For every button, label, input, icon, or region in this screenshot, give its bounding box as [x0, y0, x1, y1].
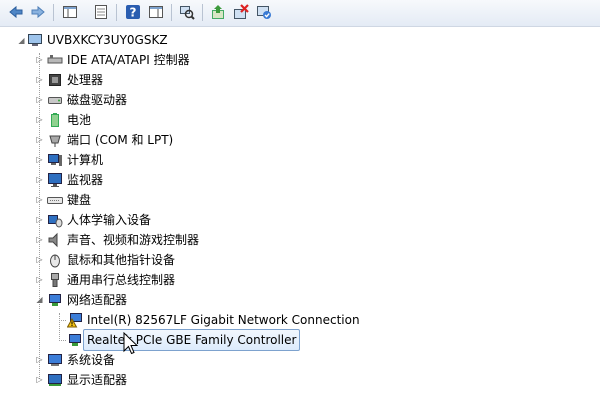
tree-item-label: IDE ATA/ATAPI 控制器 — [67, 53, 190, 67]
port-icon — [47, 132, 63, 148]
back-icon[interactable] — [6, 2, 26, 22]
toolbar: ? — [0, 0, 600, 27]
ide-controller-icon — [47, 52, 63, 68]
network-adapter-icon — [47, 292, 63, 308]
tree-item-battery[interactable]: 电池 — [47, 110, 91, 130]
battery-icon — [47, 112, 63, 128]
tree-item-label: Realtek PCIe GBE Family Controller — [83, 329, 301, 351]
tree-root[interactable]: UVBXKCY3UY0GSKZ — [27, 30, 168, 50]
processor-icon — [47, 72, 63, 88]
tree-item-realtek-nic[interactable]: Realtek PCIe GBE Family Controller — [67, 329, 301, 351]
tree-item-network-adapters[interactable]: 网络适配器 — [47, 290, 127, 310]
enable-device-icon[interactable] — [254, 2, 274, 22]
tree-item-label: 磁盘驱动器 — [67, 93, 128, 107]
expand-icon[interactable]: ▷ — [35, 155, 44, 164]
device-tree: ◢ UVBXKCY3UY0GSKZ ▷ IDE ATA/ATAPI 控制器 ▷ … — [0, 27, 600, 400]
tree-item-label: 通用串行总线控制器 — [67, 273, 176, 287]
mouse-cursor-icon — [123, 331, 139, 360]
tree-item-processor[interactable]: 处理器 — [47, 70, 103, 90]
expand-icon[interactable]: ▷ — [35, 175, 44, 184]
keyboard-icon — [47, 192, 63, 208]
expand-icon[interactable]: ▷ — [35, 75, 44, 84]
uninstall-icon[interactable] — [231, 2, 251, 22]
tree-item-usb[interactable]: 通用串行总线控制器 — [47, 270, 175, 290]
network-warning-icon — [66, 312, 83, 328]
tree-item-label: 处理器 — [67, 73, 104, 87]
expand-icon[interactable]: ▷ — [35, 195, 44, 204]
expand-icon[interactable]: ▷ — [35, 255, 44, 264]
tree-item-label: 网络适配器 — [67, 293, 128, 307]
collapse-icon[interactable]: ◢ — [17, 36, 26, 45]
tree-guide-line — [59, 320, 66, 321]
tree-item-ports[interactable]: 端口 (COM 和 LPT) — [47, 130, 173, 150]
system-devices-icon — [47, 352, 63, 368]
toolbar-separator — [171, 4, 172, 21]
properties-icon[interactable] — [91, 2, 111, 22]
sound-icon — [47, 232, 63, 248]
tree-item-hid[interactable]: 人体学输入设备 — [47, 210, 151, 230]
expand-icon[interactable]: ▷ — [35, 355, 44, 364]
tree-item-system-devices[interactable]: 系统设备 — [47, 350, 115, 370]
expand-icon[interactable]: ▷ — [35, 215, 44, 224]
tree-item-display-adapters[interactable]: 显示适配器 — [47, 370, 127, 390]
tree-item-mouse[interactable]: 鼠标和其他指针设备 — [47, 250, 175, 270]
show-hide-console-tree-icon[interactable] — [60, 2, 80, 22]
tree-root-label: UVBXKCY3UY0GSKZ — [47, 33, 168, 47]
tree-item-disk[interactable]: 磁盘驱动器 — [47, 90, 127, 110]
tree-item-label: 监视器 — [67, 173, 104, 187]
help-icon[interactable]: ? — [123, 2, 143, 22]
monitor-icon — [47, 172, 63, 188]
tree-item-label: 端口 (COM 和 LPT) — [67, 133, 174, 147]
tree-item-intel-nic[interactable]: Intel(R) 82567LF Gigabit Network Connect… — [66, 310, 360, 330]
tree-item-label: 系统设备 — [67, 353, 116, 367]
expand-icon[interactable]: ▷ — [35, 95, 44, 104]
tree-guide-line — [59, 340, 66, 341]
hid-icon — [47, 212, 63, 228]
computer-icon — [27, 32, 43, 48]
tree-item-label: 鼠标和其他指针设备 — [67, 253, 176, 267]
scan-hardware-icon[interactable] — [177, 2, 197, 22]
action-pane-icon[interactable] — [146, 2, 166, 22]
expand-icon[interactable]: ▷ — [35, 235, 44, 244]
expand-icon[interactable]: ▷ — [35, 135, 44, 144]
tree-item-ide[interactable]: IDE ATA/ATAPI 控制器 — [47, 50, 190, 70]
tree-guide-line — [59, 313, 60, 339]
expand-icon[interactable]: ▷ — [35, 115, 44, 124]
tree-item-label: 人体学输入设备 — [67, 213, 152, 227]
toolbar-separator — [53, 4, 54, 21]
computer-icon — [47, 152, 63, 168]
network-card-icon — [67, 332, 83, 348]
usb-icon — [47, 272, 63, 288]
display-adapter-icon — [47, 372, 63, 388]
toolbar-separator — [202, 4, 203, 21]
tree-item-label: Intel(R) 82567LF Gigabit Network Connect… — [87, 313, 360, 327]
expand-icon[interactable]: ▷ — [35, 55, 44, 64]
tree-item-label: 声音、视频和游戏控制器 — [67, 233, 200, 247]
expand-icon[interactable]: ▷ — [35, 375, 44, 384]
tree-item-label: 显示适配器 — [67, 373, 128, 387]
disk-drive-icon — [47, 92, 63, 108]
tree-item-computer[interactable]: 计算机 — [47, 150, 103, 170]
mouse-icon — [47, 252, 63, 268]
expand-icon[interactable]: ▷ — [35, 275, 44, 284]
update-driver-icon[interactable] — [208, 2, 228, 22]
tree-item-keyboard[interactable]: 键盘 — [47, 190, 91, 210]
toolbar-separator — [116, 4, 117, 21]
tree-item-monitor[interactable]: 监视器 — [47, 170, 103, 190]
tree-item-label: 计算机 — [67, 153, 104, 167]
tree-item-sound[interactable]: 声音、视频和游戏控制器 — [47, 230, 199, 250]
svg-text:?: ? — [130, 6, 137, 20]
tree-item-label: 电池 — [67, 113, 92, 127]
collapse-icon[interactable]: ◢ — [35, 295, 44, 304]
tree-item-label: 键盘 — [67, 193, 92, 207]
forward-icon[interactable] — [28, 2, 48, 22]
